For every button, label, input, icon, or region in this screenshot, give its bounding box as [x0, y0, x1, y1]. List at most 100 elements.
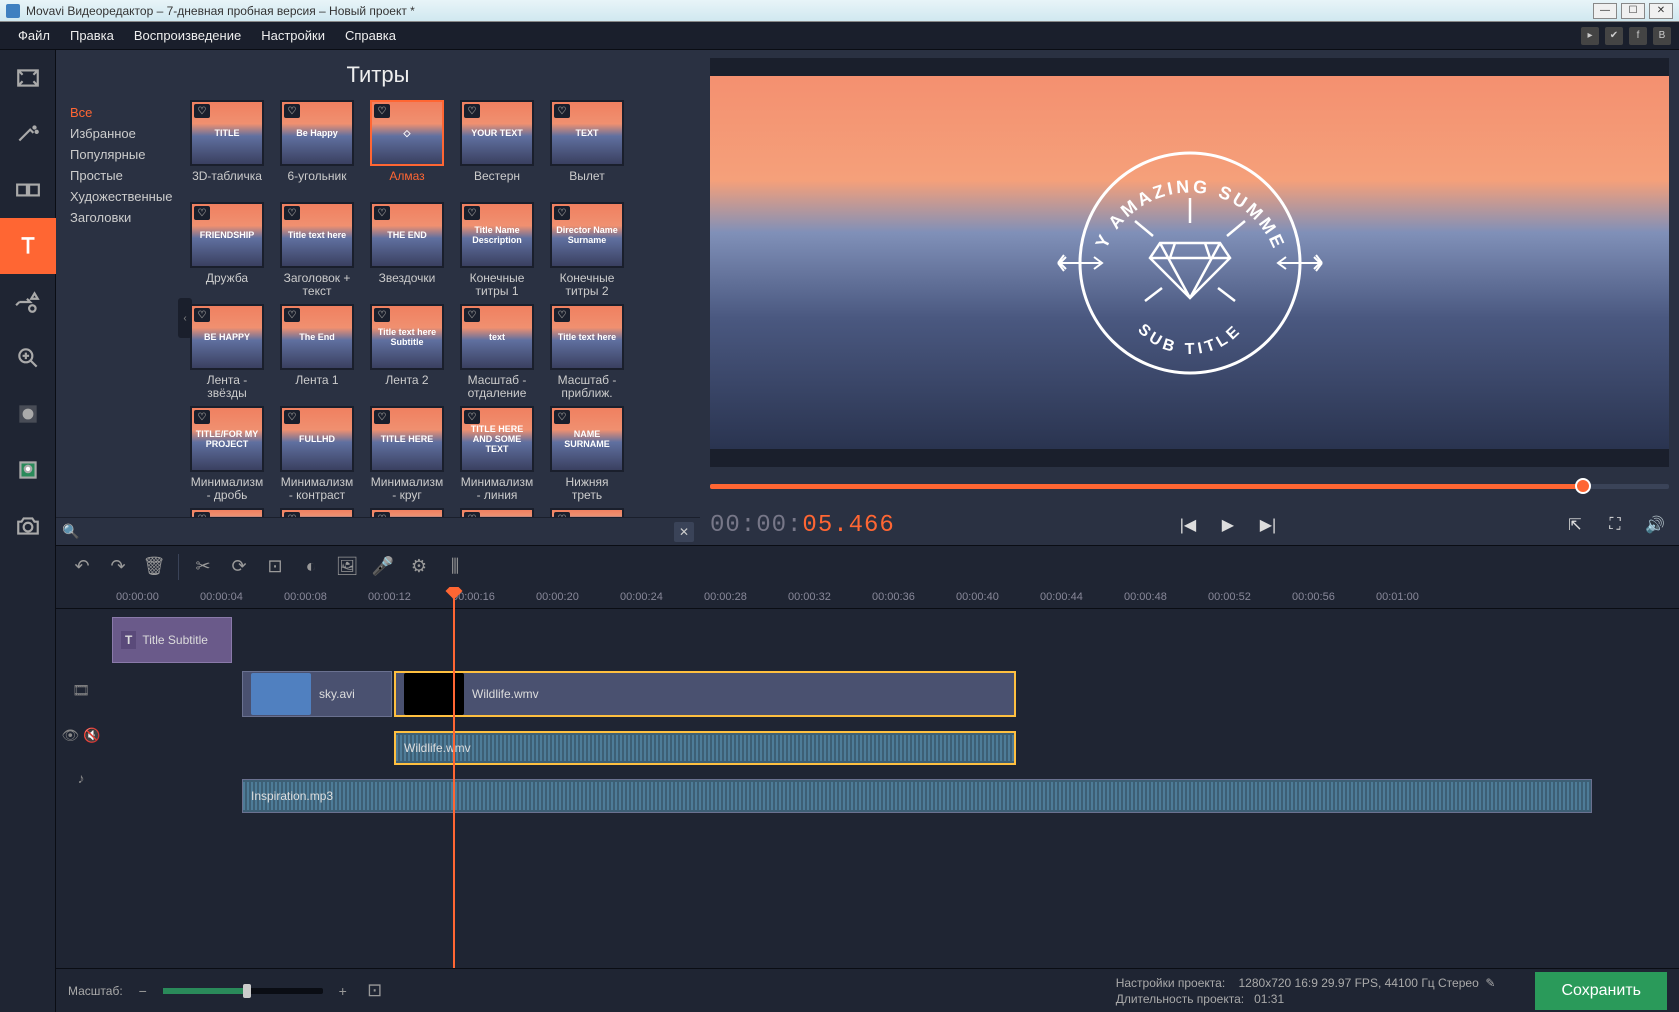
rail-capture[interactable] — [0, 498, 56, 554]
menu-settings[interactable]: Настройки — [251, 24, 335, 47]
category-favorites[interactable]: Избранное — [60, 123, 180, 144]
volume-button[interactable]: 🔊 — [1641, 511, 1669, 539]
thumb-min-circle[interactable]: ♡TITLE HEREМинимализм - круг — [370, 406, 444, 502]
rail-chroma[interactable] — [0, 442, 56, 498]
color-button[interactable]: ◐ — [293, 549, 329, 585]
category-popular[interactable]: Популярные — [60, 144, 180, 165]
clip-props-button[interactable]: ⚙ — [401, 549, 437, 585]
category-artistic[interactable]: Художественные — [60, 186, 180, 207]
favorite-icon[interactable]: ♡ — [374, 410, 390, 424]
rail-highlight[interactable] — [0, 386, 56, 442]
favorite-icon[interactable]: ♡ — [284, 410, 300, 424]
zoom-fit-button[interactable]: ⊡ — [363, 973, 387, 1009]
youtube-icon[interactable]: ▸ — [1581, 27, 1599, 45]
facebook-icon[interactable]: f — [1629, 27, 1647, 45]
rotate-button[interactable]: ⟳ — [221, 549, 257, 585]
favorite-icon[interactable]: ♡ — [284, 308, 300, 322]
thumb-min-frac[interactable]: ♡TITLE/FOR MY PROJECTМинимализм - дробь — [190, 406, 264, 502]
thumb-ribbon-stars[interactable]: ♡BE HAPPYЛента - звёзды — [190, 304, 264, 400]
rail-stickers[interactable] — [0, 274, 56, 330]
zoom-in-button[interactable]: + — [333, 973, 353, 1009]
zoom-out-button[interactable]: − — [133, 973, 153, 1009]
favorite-icon[interactable]: ♡ — [464, 308, 480, 322]
favorite-icon[interactable]: ♡ — [554, 104, 570, 118]
thumb-hexagon[interactable]: ♡Be Happy6-угольник — [280, 100, 354, 196]
search-clear[interactable]: ✕ — [674, 522, 694, 542]
thumb-lower-third[interactable]: ♡NAME SURNAMEНижняя треть — [550, 406, 624, 502]
undo-button[interactable]: ↶ — [64, 549, 100, 585]
prev-button[interactable]: |◀ — [1174, 511, 1202, 539]
menu-edit[interactable]: Правка — [60, 24, 124, 47]
favorite-icon[interactable]: ♡ — [374, 104, 390, 118]
play-button[interactable]: ▶ — [1214, 511, 1242, 539]
favorite-icon[interactable]: ♡ — [284, 104, 300, 118]
favorite-icon[interactable]: ♡ — [464, 410, 480, 424]
minimize-button[interactable]: — — [1593, 3, 1617, 19]
menu-playback[interactable]: Воспроизведение — [124, 24, 251, 47]
video-clip-1[interactable]: sky.avi — [242, 671, 392, 717]
favorite-icon[interactable]: ♡ — [554, 410, 570, 424]
category-headers[interactable]: Заголовки — [60, 207, 180, 228]
thumb-friendship[interactable]: ♡FRIENDSHIPДружба — [190, 202, 264, 298]
search-input[interactable] — [83, 525, 674, 539]
delete-button[interactable]: 🗑 — [136, 549, 172, 585]
thumb-3d-sign[interactable]: ♡TITLE3D-табличка — [190, 100, 264, 196]
favorite-icon[interactable]: ♡ — [374, 308, 390, 322]
detach-button[interactable]: ⇱ — [1561, 511, 1589, 539]
thumb-stars[interactable]: ♡THE ENDЗвездочки — [370, 202, 444, 298]
track-titles[interactable]: TTitle Subtitle — [56, 617, 1679, 663]
thumb-min-contrast[interactable]: ♡FULLHDМинимализм - контраст — [280, 406, 354, 502]
vk-icon[interactable]: ✔ — [1605, 27, 1623, 45]
favorite-icon[interactable]: ♡ — [284, 206, 300, 220]
rail-titles[interactable] — [0, 218, 56, 274]
thumb-end-credits-1[interactable]: ♡Title Name DescriptionКонечные титры 1 — [460, 202, 534, 298]
category-all[interactable]: Все — [60, 102, 180, 123]
favorite-icon[interactable]: ♡ — [464, 206, 480, 220]
thumb-fly[interactable]: ♡TEXTВылет — [550, 100, 624, 196]
thumb-end-credits-2[interactable]: ♡Director Name SurnameКонечные титры 2 — [550, 202, 624, 298]
favorite-icon[interactable]: ♡ — [194, 206, 210, 220]
thumb-zoom-out[interactable]: ♡textМасштаб - отдаление — [460, 304, 534, 400]
thumb-diamond[interactable]: ♡◇Алмаз — [370, 100, 444, 196]
edit-settings-icon[interactable]: ✎ — [1485, 976, 1495, 990]
share-icon[interactable]: B — [1653, 27, 1671, 45]
thumb-western[interactable]: ♡YOUR TEXTВестерн — [460, 100, 534, 196]
fullscreen-button[interactable]: ⛶ — [1601, 511, 1629, 539]
mic-button[interactable]: 🎤 — [365, 549, 401, 585]
rail-zoom[interactable] — [0, 330, 56, 386]
audio-clip[interactable]: Inspiration.mp3 — [242, 779, 1592, 813]
redo-button[interactable]: ↷ — [100, 549, 136, 585]
zoom-handle[interactable] — [243, 984, 251, 998]
audio-clip-linked[interactable]: Wildlife.wmv — [394, 731, 1016, 765]
favorite-icon[interactable]: ♡ — [194, 104, 210, 118]
favorite-icon[interactable]: ♡ — [374, 206, 390, 220]
crop-button[interactable]: ⊡ — [257, 549, 293, 585]
rail-filters[interactable] — [0, 106, 56, 162]
favorite-icon[interactable]: ♡ — [554, 308, 570, 322]
title-clip[interactable]: TTitle Subtitle — [112, 617, 232, 663]
collapse-handle[interactable]: ‹ — [178, 298, 192, 338]
thumb-header-text[interactable]: ♡Title text hereЗаголовок + текст — [280, 202, 354, 298]
seek-bar[interactable] — [710, 475, 1669, 497]
equalizer-button[interactable]: ⫼ — [437, 549, 473, 585]
thumb-ribbon-1[interactable]: ♡The EndЛента 1 — [280, 304, 354, 400]
menu-help[interactable]: Справка — [335, 24, 406, 47]
close-button[interactable]: ✕ — [1649, 3, 1673, 19]
ruler[interactable]: 00:00:0000:00:0400:00:0800:00:1200:00:16… — [56, 587, 1679, 609]
track-video[interactable]: sky.avi Wildlife.wmv — [56, 671, 1679, 717]
video-clip-2[interactable]: Wildlife.wmv — [394, 671, 1016, 717]
image-button[interactable]: 🖼 — [329, 549, 365, 585]
favorite-icon[interactable]: ♡ — [464, 104, 480, 118]
thumb-zoom-in[interactable]: ♡Title text hereМасштаб - приближ. — [550, 304, 624, 400]
maximize-button[interactable]: ☐ — [1621, 3, 1645, 19]
track-audio[interactable]: Inspiration.mp3 — [56, 773, 1679, 813]
category-simple[interactable]: Простые — [60, 165, 180, 186]
zoom-slider[interactable] — [163, 988, 323, 994]
favorite-icon[interactable]: ♡ — [554, 206, 570, 220]
menu-file[interactable]: Файл — [8, 24, 60, 47]
seek-handle[interactable] — [1575, 478, 1591, 494]
thumb-min-line[interactable]: ♡TITLE HERE AND SOME TEXTМинимализм - ли… — [460, 406, 534, 502]
next-button[interactable]: ▶| — [1254, 511, 1282, 539]
favorite-icon[interactable]: ♡ — [194, 410, 210, 424]
thumb-ribbon-2[interactable]: ♡Title text here SubtitleЛента 2 — [370, 304, 444, 400]
